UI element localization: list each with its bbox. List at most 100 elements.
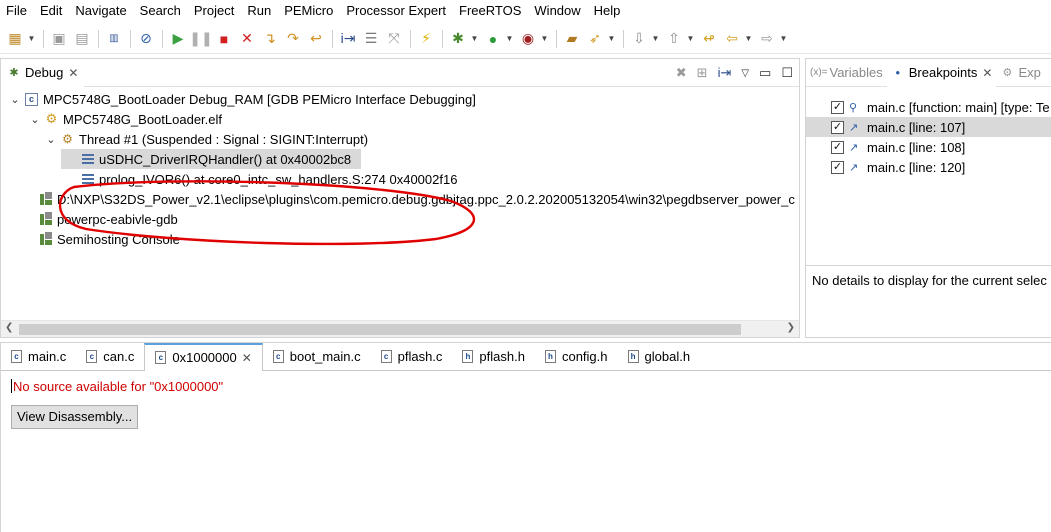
- back-dropdown-icon[interactable]: ▼: [744, 34, 753, 43]
- expand-arrow-icon[interactable]: ⌄: [29, 113, 41, 126]
- menu-navigate[interactable]: Navigate: [69, 0, 133, 22]
- debug-icon[interactable]: ✱: [447, 28, 469, 50]
- editor-tab-label: global.h: [644, 349, 691, 364]
- menu-run[interactable]: Run: [241, 0, 278, 22]
- back-icon[interactable]: ⇦: [721, 28, 743, 50]
- close-icon[interactable]: ✕: [982, 66, 992, 80]
- run-dropdown-icon[interactable]: ▼: [505, 34, 514, 43]
- debug-view-toolbar: ✖ ⊞ i⇥ ▽ ▭ ☐: [676, 59, 793, 87]
- debug-tree-item[interactable]: D:\NXP\S32DS_Power_v2.1\eclipse\plugins\…: [1, 189, 799, 209]
- next-annotation-dropdown-icon[interactable]: ▼: [651, 34, 660, 43]
- editor-tab[interactable]: h config.h: [535, 343, 618, 371]
- debug-tree-item[interactable]: ⌄ ⚙ Thread #1 (Suspended : Signal : SIGINT…: [1, 129, 799, 149]
- tab-exp[interactable]: ⚙ Exp: [996, 59, 1044, 87]
- save-all-icon[interactable]: ▤: [71, 28, 93, 50]
- connect-icon[interactable]: ⤧: [383, 28, 405, 50]
- suspend-icon[interactable]: ❚❚: [189, 28, 212, 50]
- debug-tree-item-label: uSDHC_DriverIRQHandler() at 0x40002bc8: [99, 151, 352, 167]
- launch-config-icon: c: [24, 92, 39, 107]
- breakpoint-checkbox[interactable]: ✓: [831, 100, 844, 114]
- debug-tree-item[interactable]: prolog_IVOR6() at core0_intc_sw_handlers…: [1, 169, 799, 189]
- save-icon[interactable]: ▣: [48, 28, 70, 50]
- breakpoint-checkbox[interactable]: ✓: [831, 160, 844, 174]
- editor-tab[interactable]: c can.c: [76, 343, 144, 371]
- menu-help[interactable]: Help: [588, 0, 628, 22]
- menu-freertos[interactable]: FreeRTOS: [453, 0, 528, 22]
- editor-tab[interactable]: c boot_main.c: [263, 343, 371, 371]
- new-dropdown-icon[interactable]: ▼: [27, 34, 36, 43]
- close-icon[interactable]: ✕: [242, 351, 252, 365]
- prev-annotation-dropdown-icon[interactable]: ▼: [686, 34, 695, 43]
- debug-tree-item[interactable]: ⌄ c MPC5748G_BootLoader Debug_RAM [GDB PEM…: [1, 89, 799, 109]
- resume-icon[interactable]: ▶: [167, 28, 189, 50]
- editor-tab[interactable]: h pflash.h: [452, 343, 535, 371]
- prev-annotation-icon[interactable]: ⇧: [663, 28, 685, 50]
- breakpoint-checkbox[interactable]: ✓: [831, 120, 844, 134]
- view-menu-icon[interactable]: ▽: [741, 68, 749, 79]
- menu-edit[interactable]: Edit: [34, 0, 69, 22]
- menu-search[interactable]: Search: [134, 0, 188, 22]
- step-over-icon[interactable]: ↷: [282, 28, 304, 50]
- breakpoint-row[interactable]: ✓ ⚲ main.c [function: main] [type: Te: [806, 97, 1051, 117]
- tab-debug[interactable]: ✱ Debug ✕: [1, 58, 85, 87]
- breakpoint-checkbox[interactable]: ✓: [831, 140, 844, 154]
- menu-processor-expert[interactable]: Processor Expert: [340, 0, 453, 22]
- debug-tree-item[interactable]: Semihosting Console: [1, 229, 799, 249]
- close-icon[interactable]: ✕: [68, 66, 78, 80]
- view-disassembly-button[interactable]: View Disassembly...: [11, 405, 139, 429]
- remove-terminated-icon[interactable]: ✖: [676, 65, 687, 81]
- editor-tab[interactable]: c pflash.c: [371, 343, 453, 371]
- c-file-icon: c: [11, 350, 22, 363]
- editor-tab[interactable]: c main.c: [1, 343, 76, 371]
- drop-to-frame-icon[interactable]: ☰: [360, 28, 382, 50]
- minimize-icon[interactable]: ▭: [759, 65, 771, 81]
- new-icon[interactable]: ▦: [4, 28, 26, 50]
- tab-variables[interactable]: (x)= Variables: [806, 59, 887, 87]
- collapse-all-icon[interactable]: ⊞: [697, 65, 708, 81]
- forward-icon[interactable]: ⇨: [756, 28, 778, 50]
- expand-arrow-icon[interactable]: ⌄: [9, 93, 21, 106]
- scrollbar-thumb[interactable]: [19, 324, 741, 335]
- memory-icon[interactable]: ▥: [103, 28, 125, 50]
- disconnect-icon[interactable]: ✕: [236, 28, 258, 50]
- debug-dropdown-icon[interactable]: ▼: [470, 34, 479, 43]
- step-into-icon[interactable]: ↴: [259, 28, 281, 50]
- breakpoint-row[interactable]: ✓ ↗ main.c [line: 120]: [806, 157, 1051, 177]
- instruction-stepping-icon[interactable]: i⇥: [718, 65, 732, 81]
- menu-window[interactable]: Window: [528, 0, 587, 22]
- debug-horizontal-scrollbar[interactable]: ❮ ❯: [1, 320, 799, 337]
- editor-tab-label: pflash.c: [397, 349, 443, 364]
- open-task-icon[interactable]: ▰: [561, 28, 583, 50]
- debug-tree-item[interactable]: ⌄ ⚙ MPC5748G_BootLoader.elf: [1, 109, 799, 129]
- skip-breakpoints-icon[interactable]: ⊘: [135, 28, 157, 50]
- debug-tree-item[interactable]: uSDHC_DriverIRQHandler() at 0x40002bc8: [61, 149, 361, 169]
- tab-breakpoints[interactable]: ● Breakpoints ✕: [886, 58, 997, 87]
- external-tools-icon[interactable]: ◉: [517, 28, 539, 50]
- terminate-icon[interactable]: ■: [213, 28, 235, 50]
- expand-arrow-icon[interactable]: ⌄: [45, 133, 57, 146]
- debug-tree-item[interactable]: powerpc-eabivle-gdb: [1, 209, 799, 229]
- menu-file[interactable]: File: [0, 0, 34, 22]
- menu-project[interactable]: Project: [188, 0, 241, 22]
- next-annotation-icon[interactable]: ⇩: [628, 28, 650, 50]
- forward-dropdown-icon[interactable]: ▼: [779, 34, 788, 43]
- step-return-icon[interactable]: ↩: [305, 28, 327, 50]
- menu-pemicro[interactable]: PEMicro: [278, 0, 340, 22]
- scroll-left-icon[interactable]: ❮: [5, 322, 13, 333]
- editor-tab[interactable]: c 0x1000000 ✕: [144, 342, 263, 371]
- maximize-icon[interactable]: ☐: [781, 65, 793, 81]
- instruction-step-icon[interactable]: i⇥: [337, 28, 359, 50]
- last-edit-icon[interactable]: ↫: [698, 28, 720, 50]
- perspective-dropdown-icon[interactable]: ▼: [607, 34, 616, 43]
- run-icon[interactable]: ●: [482, 28, 504, 50]
- lightning-icon[interactable]: ⚡: [415, 28, 437, 50]
- open-perspective-icon[interactable]: ➶: [584, 28, 606, 50]
- breakpoint-row[interactable]: ✓ ↗ main.c [line: 107]: [806, 117, 1051, 137]
- tab-label: Variables: [829, 65, 883, 80]
- menu-bar: File Edit Navigate Search Project Run PEMicro P…: [0, 0, 1051, 22]
- scroll-right-icon[interactable]: ❯: [787, 322, 795, 333]
- debug-view-icon: ✱: [9, 67, 19, 79]
- breakpoint-row[interactable]: ✓ ↗ main.c [line: 108]: [806, 137, 1051, 157]
- external-tools-dropdown-icon[interactable]: ▼: [540, 34, 549, 43]
- editor-tab[interactable]: h global.h: [618, 343, 701, 371]
